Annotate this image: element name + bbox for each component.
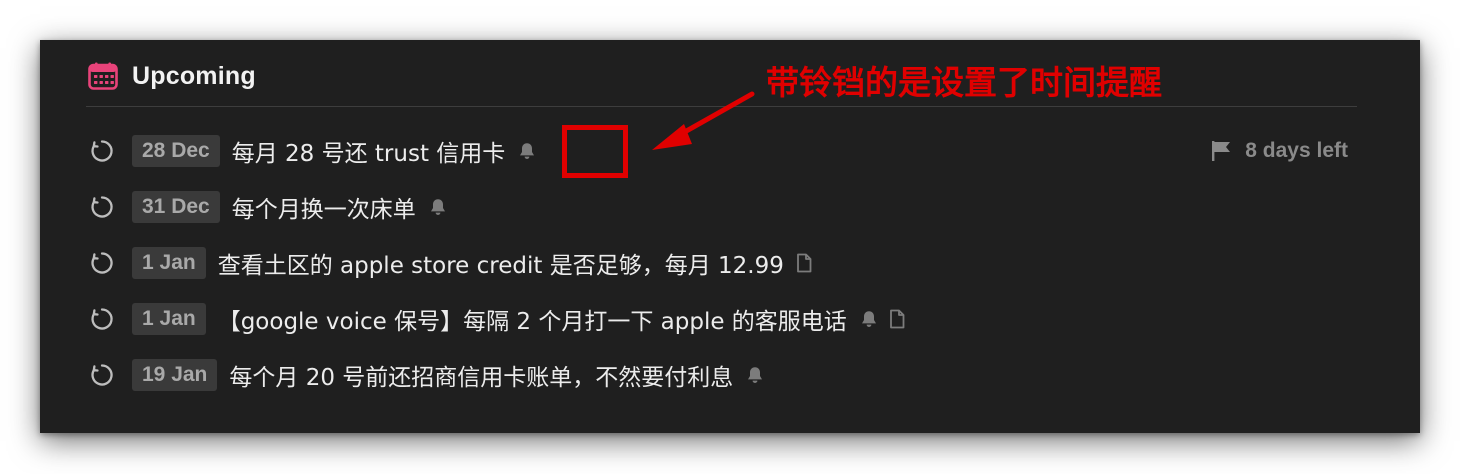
repeat-icon[interactable] (88, 305, 116, 333)
bell-icon (517, 141, 537, 161)
annotation-highlight-box (562, 125, 628, 178)
task-title[interactable]: 每月 28 号还 trust 信用卡 (232, 134, 506, 168)
bell-icon (859, 309, 879, 329)
panel-header: Upcoming (88, 58, 256, 94)
task-title[interactable]: 每个月换一次床单 (232, 190, 416, 224)
date-badge: 31 Dec (132, 191, 220, 223)
date-badge: 1 Jan (132, 303, 206, 335)
note-icon (796, 253, 812, 273)
repeat-icon[interactable] (88, 193, 116, 221)
task-title[interactable]: 【google voice 保号】每隔 2 个月打一下 apple 的客服电话 (218, 302, 847, 336)
task-title[interactable]: 查看土区的 apple store credit 是否足够，每月 12.99 (218, 246, 784, 280)
task-row[interactable]: 1 Jan 【google voice 保号】每隔 2 个月打一下 apple … (88, 299, 905, 339)
flag-icon (1209, 139, 1233, 163)
page-title: Upcoming (132, 61, 256, 90)
deadline-text: 8 days left (1245, 139, 1348, 162)
task-title[interactable]: 每个月 20 号前还招商信用卡账单，不然要付利息 (229, 358, 733, 392)
repeat-icon[interactable] (88, 249, 116, 277)
task-row[interactable]: 19 Jan 每个月 20 号前还招商信用卡账单，不然要付利息 (88, 355, 765, 395)
bell-icon (428, 197, 448, 217)
repeat-icon[interactable] (88, 361, 116, 389)
date-badge: 19 Jan (132, 359, 218, 391)
repeat-icon[interactable] (88, 137, 116, 165)
note-icon (889, 309, 905, 329)
deadline-indicator: 8 days left (1209, 131, 1348, 171)
annotation-arrow-icon (652, 91, 755, 150)
bell-icon (745, 365, 765, 385)
task-row[interactable]: 31 Dec 每个月换一次床单 (88, 187, 448, 227)
date-badge: 1 Jan (132, 247, 206, 279)
task-row[interactable]: 1 Jan 查看土区的 apple store credit 是否足够，每月 1… (88, 243, 812, 283)
date-badge: 28 Dec (132, 135, 220, 167)
calendar-icon (88, 62, 118, 90)
annotation-label: 带铃铛的是设置了时间提醒 (766, 63, 1162, 102)
task-row[interactable]: 28 Dec 每月 28 号还 trust 信用卡 (88, 131, 537, 171)
